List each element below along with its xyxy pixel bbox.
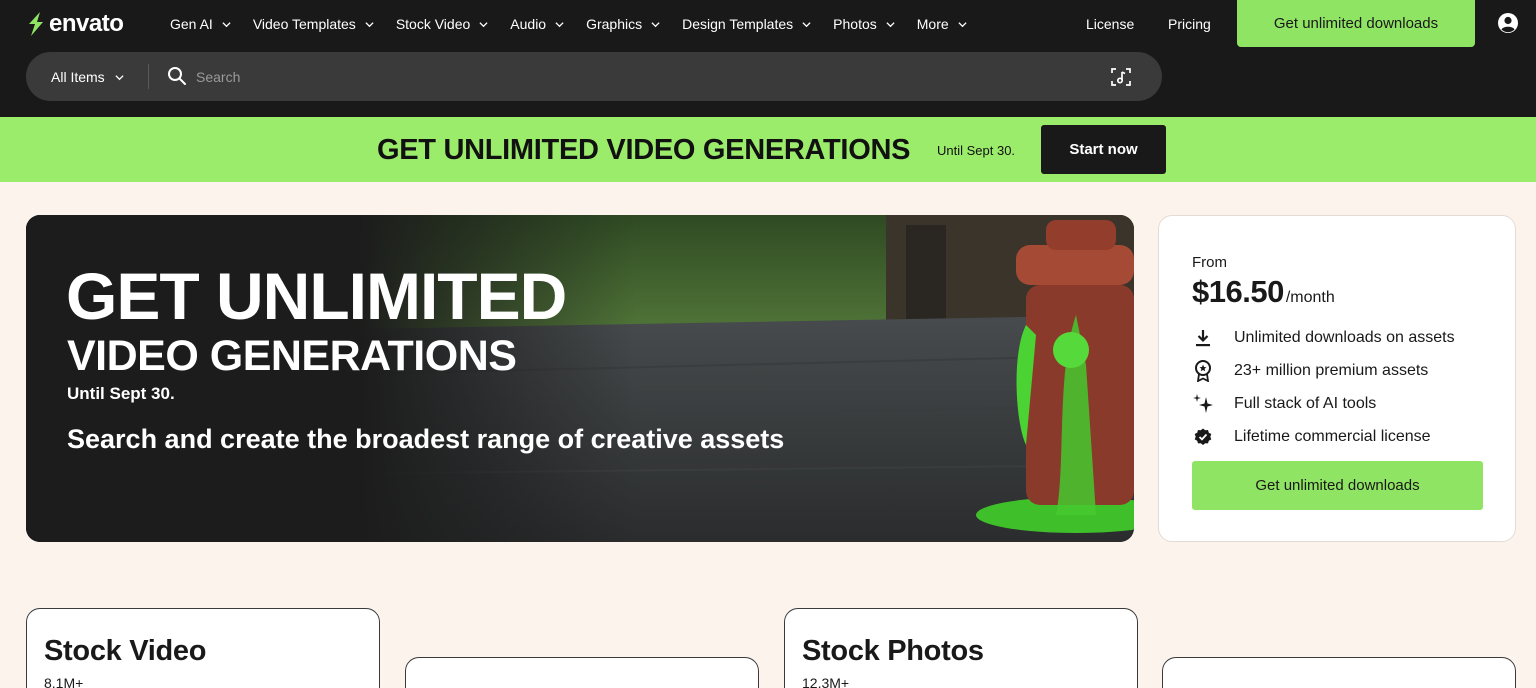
nav-label: Design Templates	[682, 16, 794, 32]
search-scope-dropdown[interactable]: All Items	[51, 67, 124, 87]
feature-item: 23+ million premium assets	[1192, 354, 1455, 387]
promo-banner: GET UNLIMITED VIDEO GENERATIONS Until Se…	[0, 117, 1536, 182]
feature-item: Lifetime commercial license	[1192, 420, 1455, 453]
chevron-down-icon	[222, 21, 231, 27]
sparkle-icon	[1192, 393, 1214, 415]
hero-subtitle: Search and create the broadest range of …	[67, 424, 785, 454]
pricing-card: From $16.50 /month Unlimited downloads o…	[1158, 215, 1516, 542]
nav-more[interactable]: More	[917, 14, 967, 34]
category-title: Stock Video	[44, 635, 207, 667]
get-unlimited-downloads-button[interactable]: Get unlimited downloads	[1237, 0, 1475, 47]
top-header: envato Gen AI Video Templates Stock Vide…	[0, 0, 1536, 117]
feature-text: 23+ million premium assets	[1234, 361, 1429, 379]
nav-label: Audio	[510, 16, 547, 32]
chevron-down-icon	[365, 21, 374, 27]
user-account-icon[interactable]	[1497, 12, 1519, 34]
nav-gen-ai[interactable]: Gen AI	[170, 14, 231, 34]
category-count: 8.1M+	[44, 675, 84, 688]
nav-label: Photos	[833, 16, 877, 32]
nav-stock-video[interactable]: Stock Video	[396, 14, 488, 34]
hero-title: GET UNLIMITED	[66, 259, 567, 333]
start-now-button[interactable]: Start now	[1041, 125, 1166, 174]
envato-logo[interactable]: envato	[26, 10, 124, 38]
chevron-down-icon	[115, 74, 124, 80]
nav-design-templates[interactable]: Design Templates	[682, 14, 811, 34]
hero-title-line2: VIDEO GENERATIONS	[67, 332, 517, 380]
envato-leaf-icon	[29, 12, 43, 36]
pricing-link[interactable]: Pricing	[1168, 14, 1211, 34]
main-nav: Gen AI Video Templates Stock Video Audio…	[170, 14, 989, 34]
nav-label: Graphics	[586, 16, 643, 32]
chevron-down-icon	[958, 21, 967, 27]
price-from-label: From	[1192, 254, 1227, 271]
category-card[interactable]	[405, 657, 759, 688]
category-card[interactable]	[1162, 657, 1516, 688]
nav-label: Video Templates	[252, 16, 356, 32]
chevron-down-icon	[886, 21, 895, 27]
nav-label: Gen AI	[170, 16, 213, 32]
chevron-down-icon	[651, 21, 660, 27]
chevron-down-icon	[555, 21, 564, 27]
award-icon	[1192, 359, 1214, 382]
search-icon[interactable]	[167, 66, 187, 86]
promo-until: Until Sept 30.	[937, 143, 1016, 158]
category-card-stock-photos[interactable]: Stock Photos 12.3M+	[784, 608, 1138, 688]
feature-text: Unlimited downloads on assets	[1234, 328, 1455, 346]
nav-audio[interactable]: Audio	[510, 14, 564, 34]
hero-banner: GET UNLIMITED VIDEO GENERATIONS Until Se…	[26, 215, 1134, 542]
price-period: /month	[1285, 289, 1335, 306]
category-count: 12.3M+	[802, 675, 850, 688]
category-card-stock-video[interactable]: Stock Video 8.1M+	[26, 608, 380, 688]
chevron-down-icon	[479, 21, 488, 27]
logo-text: envato	[49, 10, 124, 37]
hero-until: Until Sept 30.	[67, 384, 175, 403]
search-bar: All Items	[26, 52, 1162, 101]
get-unlimited-downloads-card-button[interactable]: Get unlimited downloads	[1192, 461, 1483, 510]
license-link[interactable]: License	[1086, 14, 1134, 34]
feature-list: Unlimited downloads on assets 23+ millio…	[1192, 321, 1455, 453]
feature-text: Lifetime commercial license	[1234, 427, 1431, 445]
search-scope-label: All Items	[51, 69, 105, 85]
price-amount: $16.50	[1192, 274, 1284, 309]
feature-item: Unlimited downloads on assets	[1192, 321, 1455, 354]
promo-title: GET UNLIMITED VIDEO GENERATIONS	[377, 134, 911, 166]
download-icon	[1192, 327, 1214, 349]
nav-label: Stock Video	[395, 16, 471, 32]
category-title: Stock Photos	[802, 635, 984, 667]
price-row: $16.50 /month	[1192, 274, 1335, 310]
music-search-icon[interactable]	[1110, 66, 1132, 88]
chevron-down-icon	[802, 21, 811, 27]
nav-video-templates[interactable]: Video Templates	[253, 14, 374, 34]
verified-badge-icon	[1192, 426, 1214, 448]
feature-text: Full stack of AI tools	[1234, 394, 1377, 412]
search-input[interactable]	[196, 66, 1076, 88]
search-divider	[148, 64, 149, 89]
nav-label: More	[916, 16, 949, 32]
nav-photos[interactable]: Photos	[833, 14, 895, 34]
feature-item: Full stack of AI tools	[1192, 387, 1455, 420]
nav-graphics[interactable]: Graphics	[586, 14, 660, 34]
